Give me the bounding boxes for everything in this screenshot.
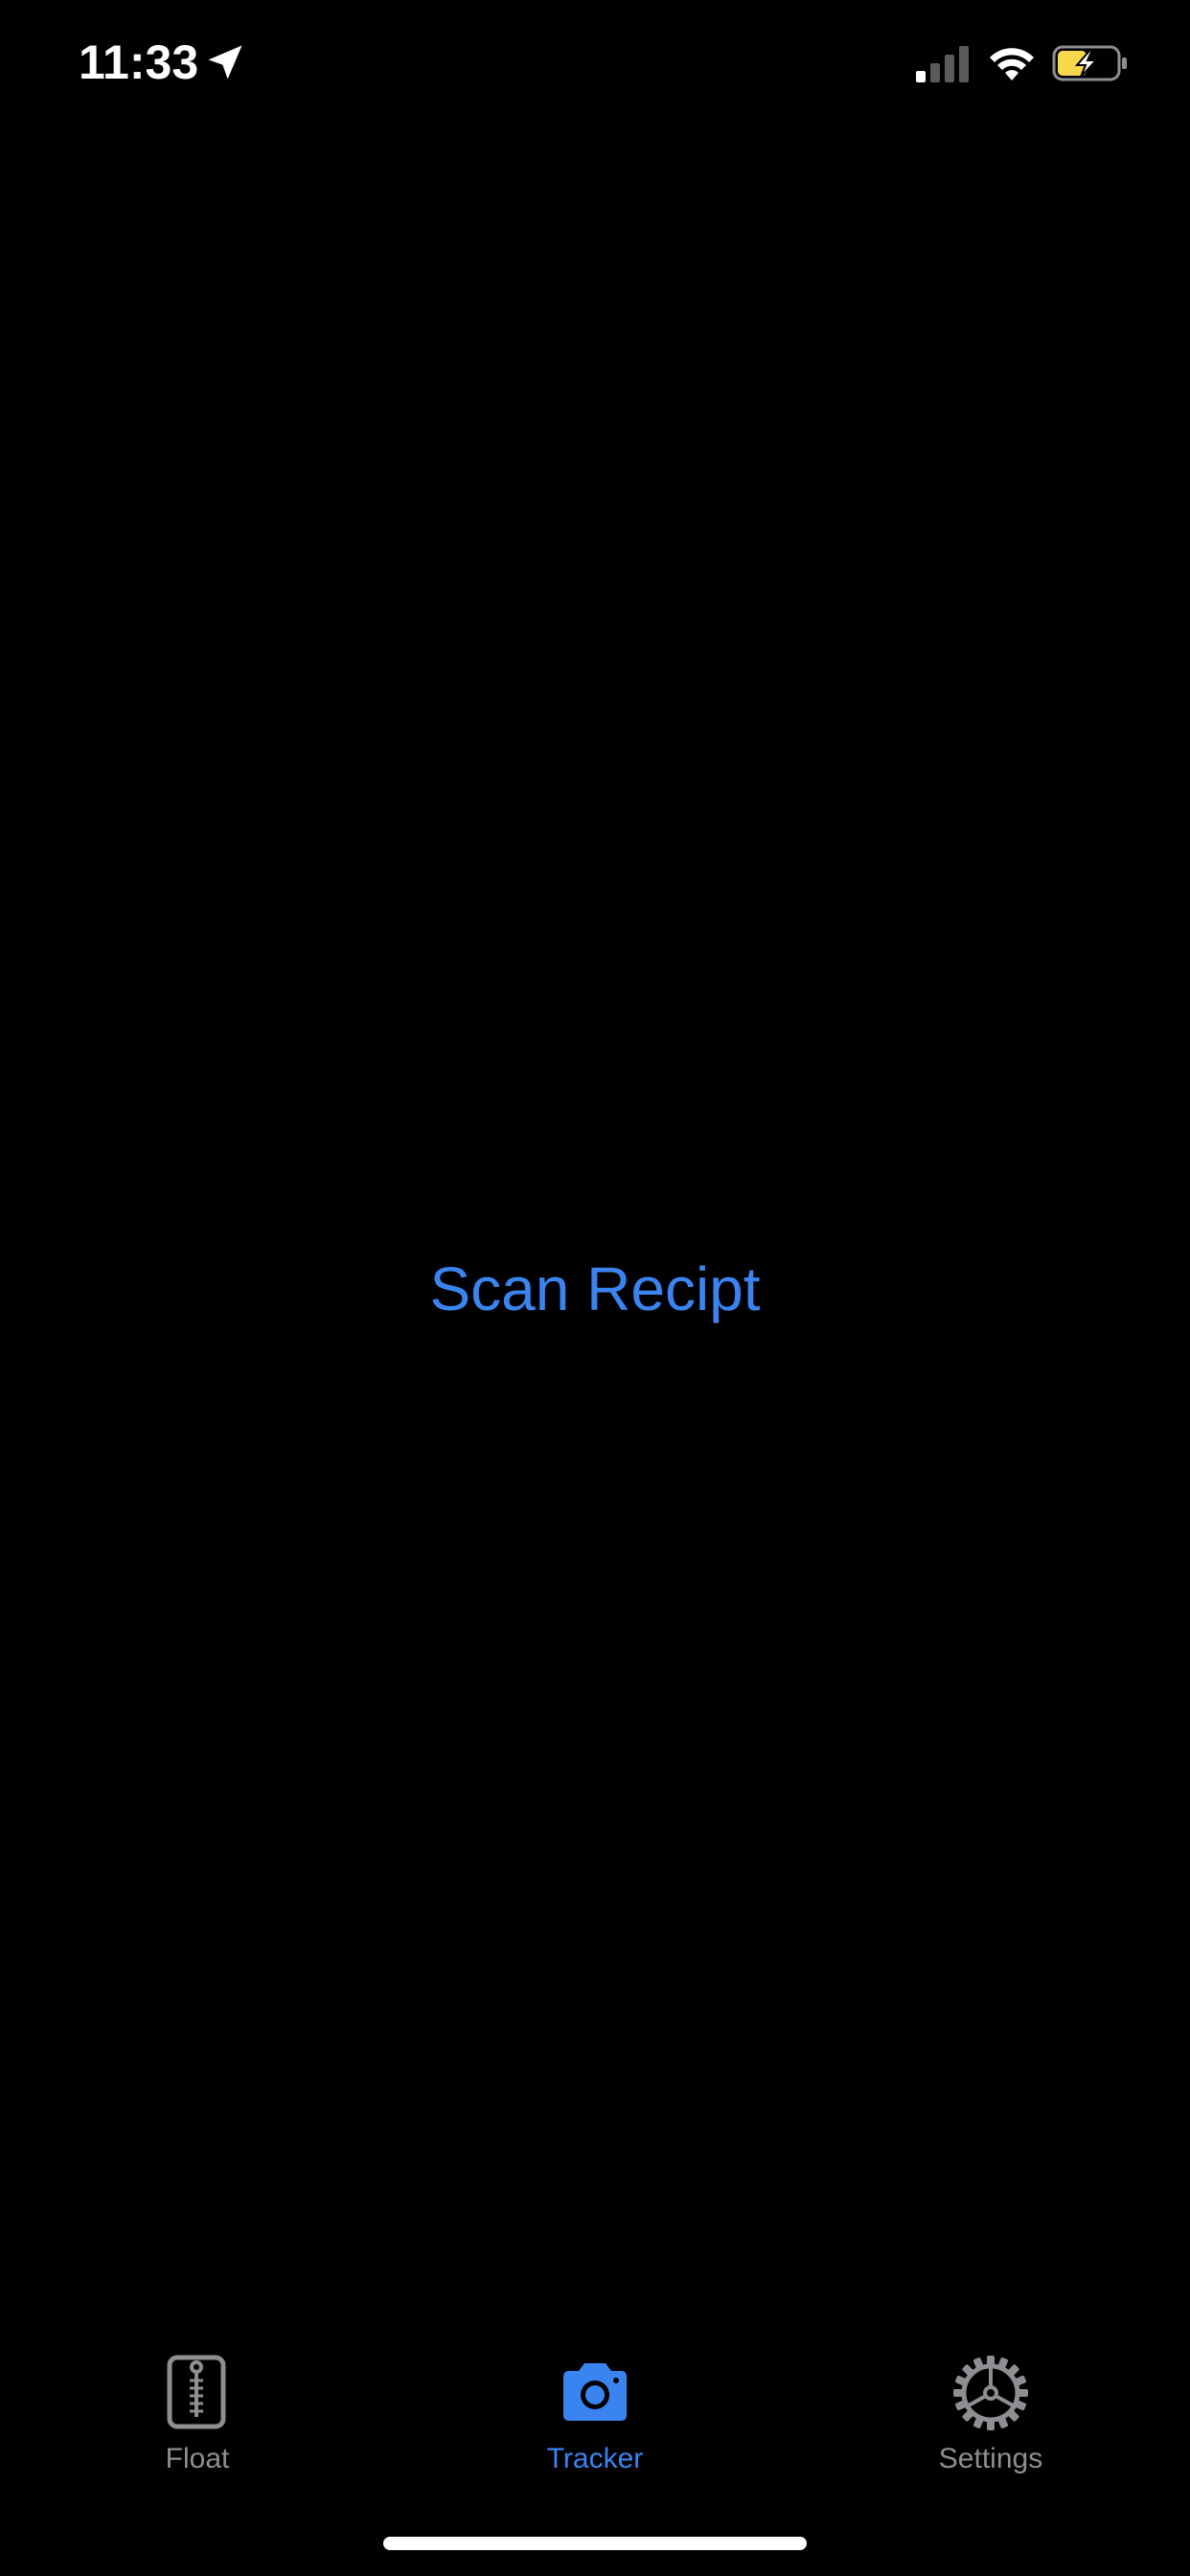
wifi-icon — [990, 48, 1034, 80]
tab-tracker[interactable]: Tracker — [461, 2319, 729, 2474]
home-indicator[interactable] — [383, 2537, 807, 2550]
tab-float[interactable]: Float — [63, 2319, 332, 2474]
tab-bar: Float Tracker Settings — [0, 2319, 1190, 2474]
gear-icon — [953, 2356, 1028, 2430]
camera-icon — [563, 2363, 627, 2421]
status-time: 11:33 — [79, 35, 199, 89]
status-bar: 11:33 — [0, 0, 1190, 134]
tab-settings-label: Settings — [938, 2443, 1043, 2474]
tab-float-label: Float — [165, 2443, 230, 2474]
location-arrow-icon — [208, 45, 242, 80]
scan-receipt-button[interactable]: Scan Recipt — [0, 1246, 1190, 1332]
battery-charging-icon — [1052, 45, 1127, 81]
tab-tracker-label: Tracker — [546, 2443, 644, 2474]
cellular-signal-icon — [916, 46, 969, 82]
tab-settings[interactable]: Settings — [857, 2319, 1125, 2474]
zipper-document-icon — [167, 2355, 226, 2429]
